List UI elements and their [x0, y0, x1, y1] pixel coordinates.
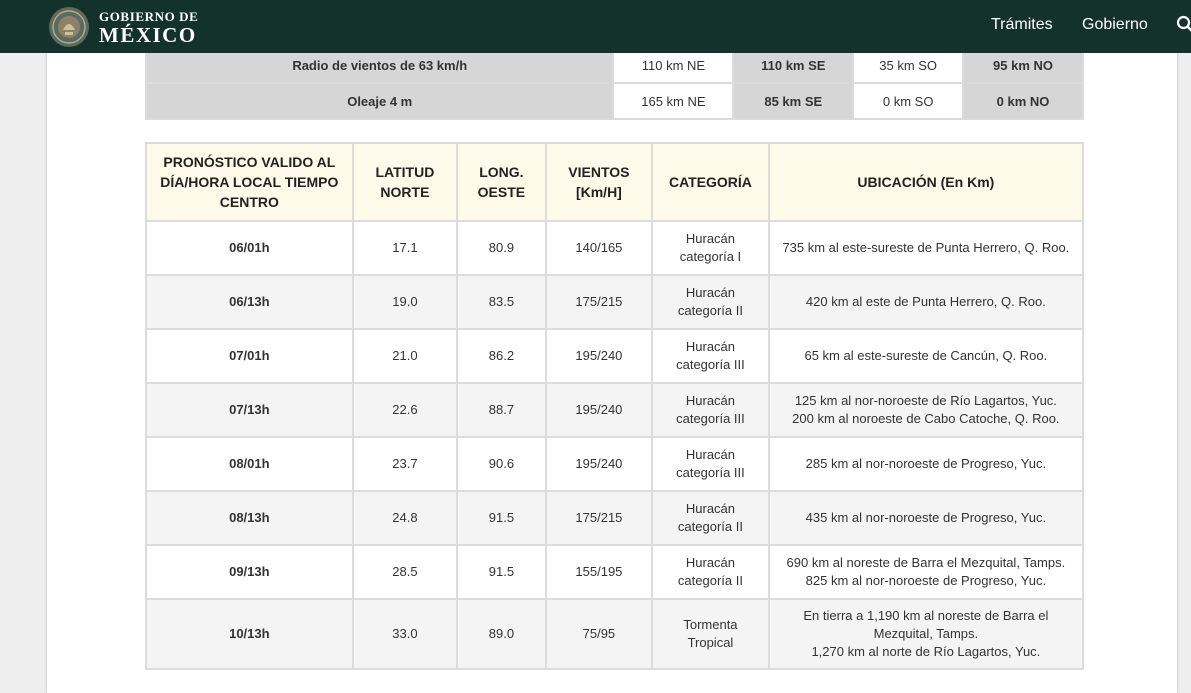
national-emblem-icon[interactable]	[48, 6, 90, 48]
cell-vientos: 155/195	[546, 545, 652, 599]
cell-vientos: 175/215	[546, 275, 652, 329]
forecast-row: 09/13h28.591.5155/195Huracán categoría I…	[146, 545, 1083, 599]
cell-latitud: 24.8	[353, 491, 457, 545]
wind-row-label: Oleaje 4 m	[146, 83, 613, 119]
cell-ubicacion: 285 km al nor-noroeste de Progreso, Yuc.	[769, 437, 1083, 491]
cell-vientos: 195/240	[546, 437, 652, 491]
header-fecha: PRONÓSTICO VALIDO AL DÍA/HORA LOCAL TIEM…	[146, 143, 353, 221]
cell-longitud: 90.6	[457, 437, 546, 491]
cell-categoria: Huracán categoría III	[652, 329, 769, 383]
cell-longitud: 86.2	[457, 329, 546, 383]
cell-vientos: 140/165	[546, 221, 652, 275]
cell-latitud: 19.0	[353, 275, 457, 329]
cell-longitud: 91.5	[457, 545, 546, 599]
cell-vientos: 195/240	[546, 329, 652, 383]
header-vientos: VIENTOS [Km/H]	[546, 143, 652, 221]
cell-fecha: 07/13h	[146, 383, 353, 437]
site-logo[interactable]: GOBIERNO DE MÉXICO	[99, 9, 198, 46]
cell-longitud: 91.5	[457, 491, 546, 545]
cell-ubicacion: 65 km al este-sureste de Cancún, Q. Roo.	[769, 329, 1083, 383]
nav-link-gobierno[interactable]: Gobierno	[1082, 16, 1148, 34]
header-latitud: LATITUD NORTE	[353, 143, 457, 221]
forecast-table: PRONÓSTICO VALIDO AL DÍA/HORA LOCAL TIEM…	[145, 142, 1084, 670]
forecast-row: 06/13h19.083.5175/215Huracán categoría I…	[146, 275, 1083, 329]
search-icon[interactable]	[1176, 14, 1191, 36]
cell-fecha: 08/01h	[146, 437, 353, 491]
cell-ubicacion: 420 km al este de Punta Herrero, Q. Roo.	[769, 275, 1083, 329]
cell-ubicacion: 690 km al noreste de Barra el Mezquital,…	[769, 545, 1083, 599]
forecast-row: 08/01h23.790.6195/240Huracán categoría I…	[146, 437, 1083, 491]
cell-categoria: Huracán categoría II	[652, 545, 769, 599]
cell-ubicacion: 435 km al nor-noroeste de Progreso, Yuc.	[769, 491, 1083, 545]
cell-ubicacion: 735 km al este-sureste de Punta Herrero,…	[769, 221, 1083, 275]
cell-longitud: 89.0	[457, 599, 546, 669]
cell-fecha: 06/01h	[146, 221, 353, 275]
cell-categoria: Huracán categoría II	[652, 491, 769, 545]
top-navbar: GOBIERNO DE MÉXICO Trámites Gobierno	[0, 0, 1191, 53]
forecast-row: 08/13h24.891.5175/215Huracán categoría I…	[146, 491, 1083, 545]
cell-latitud: 23.7	[353, 437, 457, 491]
header-ubicacion: UBICACIÓN (En Km)	[769, 143, 1083, 221]
cell-ubicacion: En tierra a 1,190 km al noreste de Barra…	[769, 599, 1083, 669]
cell-longitud: 83.5	[457, 275, 546, 329]
cell-categoria: Huracán categoría I	[652, 221, 769, 275]
cell-fecha: 07/01h	[146, 329, 353, 383]
cell-vientos: 75/95	[546, 599, 652, 669]
cell-latitud: 28.5	[353, 545, 457, 599]
cell-fecha: 08/13h	[146, 491, 353, 545]
cell-categoria: Huracán categoría III	[652, 383, 769, 437]
cell-categoria: Tormenta Tropical	[652, 599, 769, 669]
wind-radius-table: Radio de vientos de 63 km/h110 km NE110 …	[145, 46, 1084, 120]
forecast-row: 06/01h17.180.9140/165Huracán categoría I…	[146, 221, 1083, 275]
wind-cell-se: 85 km SE	[733, 83, 853, 119]
header-categoria: CATEGORÍA	[652, 143, 769, 221]
cell-categoria: Huracán categoría III	[652, 437, 769, 491]
wind-cell-ne: 165 km NE	[613, 83, 733, 119]
cell-categoria: Huracán categoría II	[652, 275, 769, 329]
cell-latitud: 22.6	[353, 383, 457, 437]
cell-latitud: 33.0	[353, 599, 457, 669]
forecast-row: 07/01h21.086.2195/240Huracán categoría I…	[146, 329, 1083, 383]
cell-vientos: 195/240	[546, 383, 652, 437]
forecast-row: 10/13h33.089.075/95Tormenta TropicalEn t…	[146, 599, 1083, 669]
nav-link-tramites[interactable]: Trámites	[991, 16, 1053, 34]
cell-latitud: 17.1	[353, 221, 457, 275]
cell-vientos: 175/215	[546, 491, 652, 545]
wind-cell-so: 0 km SO	[853, 83, 963, 119]
cell-latitud: 21.0	[353, 329, 457, 383]
cell-longitud: 80.9	[457, 221, 546, 275]
cell-fecha: 10/13h	[146, 599, 353, 669]
wind-cell-no: 0 km NO	[963, 83, 1083, 119]
forecast-header-row: PRONÓSTICO VALIDO AL DÍA/HORA LOCAL TIEM…	[146, 143, 1083, 221]
forecast-row: 07/13h22.688.7195/240Huracán categoría I…	[146, 383, 1083, 437]
cell-fecha: 06/13h	[146, 275, 353, 329]
wind-row: Oleaje 4 m165 km NE85 km SE0 km SO0 km N…	[146, 83, 1083, 119]
header-longitud: LONG. OESTE	[457, 143, 546, 221]
cell-fecha: 09/13h	[146, 545, 353, 599]
logo-line1: GOBIERNO DE	[99, 9, 198, 24]
cell-ubicacion: 125 km al nor-noroeste de Río Lagartos, …	[769, 383, 1083, 437]
cell-longitud: 88.7	[457, 383, 546, 437]
logo-line2: MÉXICO	[99, 24, 198, 46]
